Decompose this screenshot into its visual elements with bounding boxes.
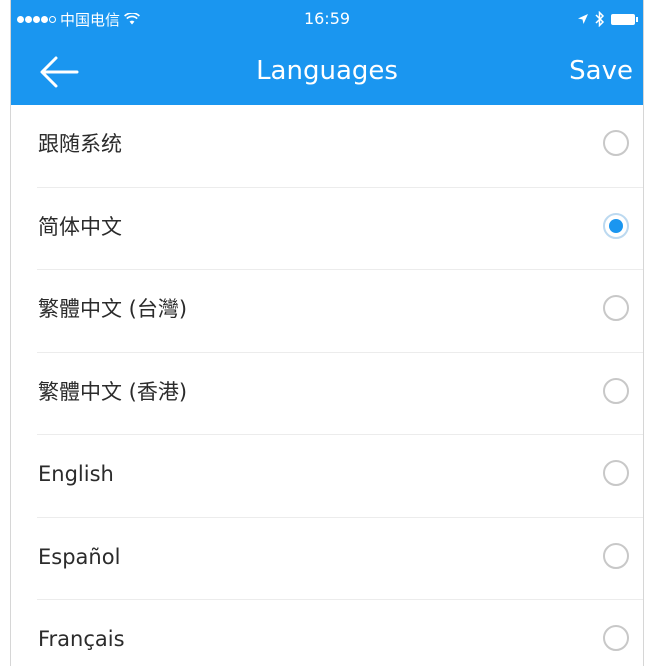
language-list: 跟随系统 简体中文 繁體中文 (台灣) 繁體中文 (香港) English Es… [11,105,643,666]
save-button[interactable]: Save [569,38,633,105]
language-option-english[interactable]: English [11,435,643,518]
bluetooth-icon [595,11,605,27]
radio-button[interactable] [603,460,629,486]
radio-button-checked[interactable] [603,212,629,239]
language-option-traditional-chinese-taiwan[interactable]: 繁體中文 (台灣) [11,270,643,353]
battery-icon [611,13,638,25]
radio-button[interactable] [603,295,629,321]
radio-button[interactable] [603,130,629,156]
language-label: Español [38,544,121,569]
language-label: 繁體中文 (香港) [38,379,188,404]
language-option-follow-system[interactable]: 跟随系统 [11,105,643,188]
status-time: 16:59 [303,9,351,28]
language-label: Français [38,627,125,651]
page-title: Languages [256,56,398,86]
radio-button[interactable] [603,377,629,404]
app-screen: 中国电信 16:59 Languages Save 跟随系统 简体中文 繁體中文… [10,0,644,666]
location-arrow-icon [578,14,588,24]
language-label: 繁體中文 (台灣) [38,297,188,321]
status-bar: 中国电信 16:59 [11,0,643,38]
radio-button[interactable] [603,625,629,651]
status-right [577,0,638,38]
language-option-traditional-chinese-hongkong[interactable]: 繁體中文 (香港) [11,353,643,436]
language-label: English [38,462,114,486]
language-label: 简体中文 [38,214,122,239]
radio-button[interactable] [603,542,629,569]
nav-bar: Languages Save [11,38,643,105]
language-option-french[interactable]: Français [11,600,643,666]
language-label: 跟随系统 [38,132,122,156]
language-option-spanish[interactable]: Español [11,518,643,601]
language-option-simplified-chinese[interactable]: 简体中文 [11,188,643,271]
